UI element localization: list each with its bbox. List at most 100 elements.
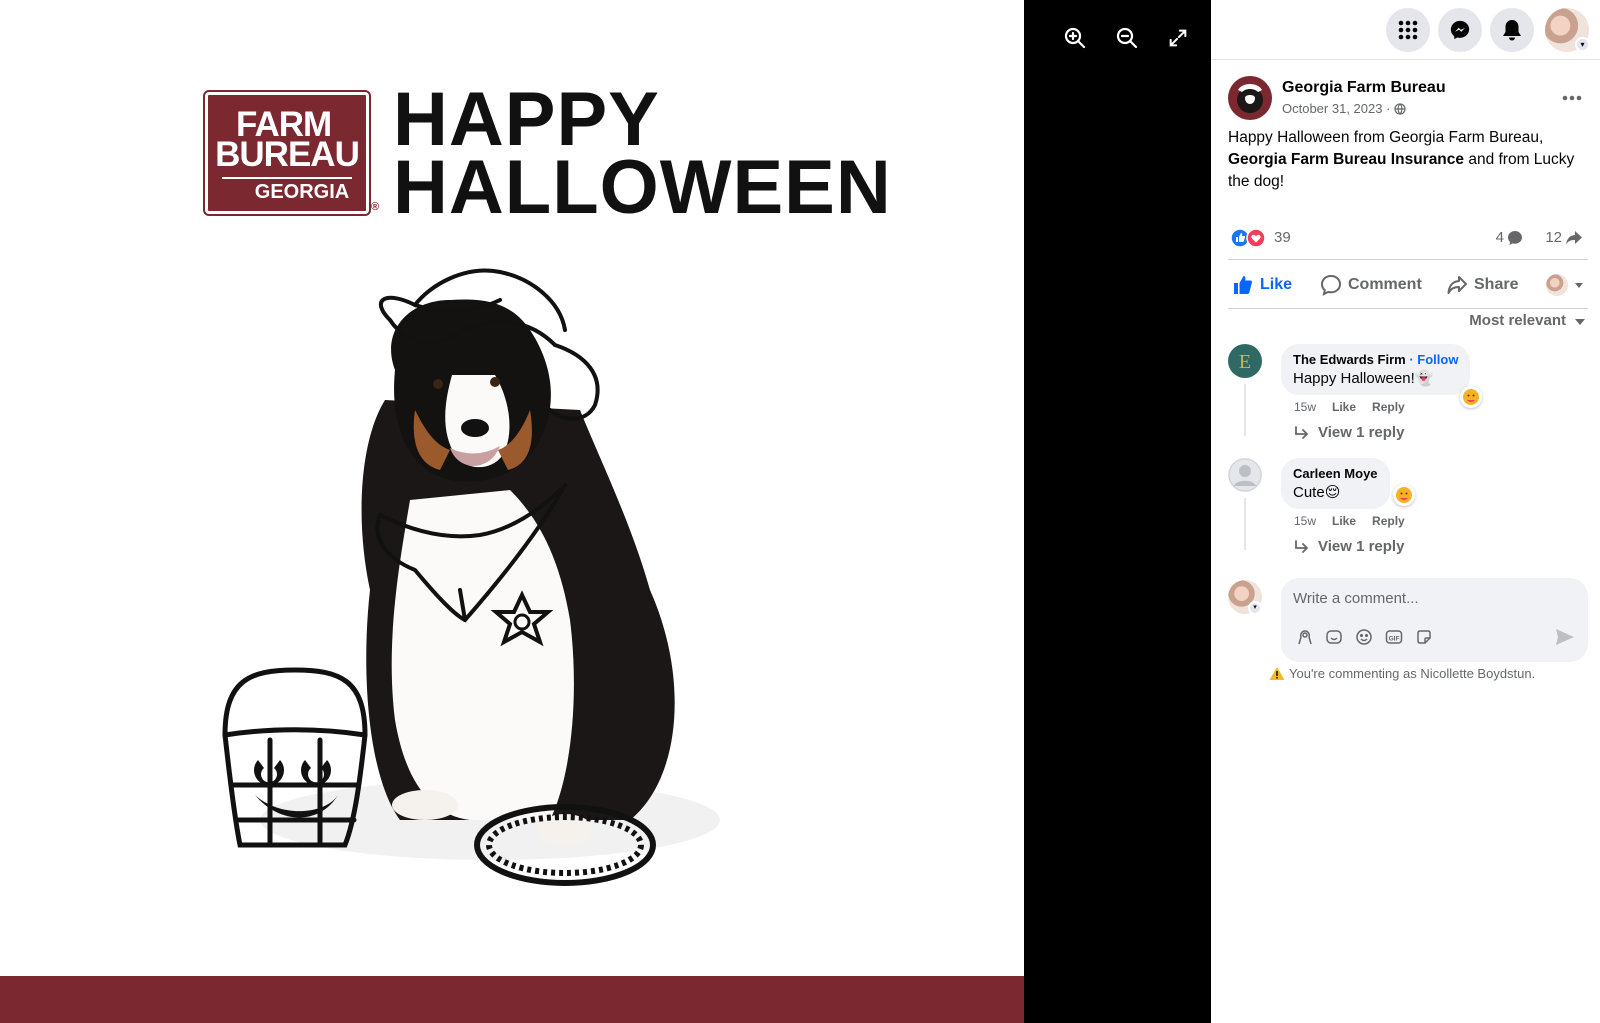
top-navigation: ▾ xyxy=(1211,0,1600,60)
sort-label[interactable]: Most relevant xyxy=(1469,312,1566,329)
zoom-out-icon[interactable] xyxy=(1109,20,1145,56)
thread-line xyxy=(1244,384,1246,436)
send-icon[interactable] xyxy=(1554,626,1576,648)
emoji-icon[interactable] xyxy=(1353,626,1375,648)
headline-line-2: HALLOWEEN xyxy=(393,145,892,230)
logo-rule xyxy=(222,177,352,179)
comment-icon xyxy=(1320,274,1342,296)
react-as-selector[interactable] xyxy=(1546,268,1584,302)
more-options-icon[interactable] xyxy=(1558,84,1586,112)
comment-bubble: The Edwards Firm · Follow Happy Hallowee… xyxy=(1281,344,1471,395)
comment-reply-link[interactable]: Reply xyxy=(1372,400,1405,414)
comments-count[interactable]: 4 xyxy=(1496,229,1523,246)
headline-line-1: HAPPY xyxy=(393,77,660,162)
chevron-down-icon[interactable]: ▾ xyxy=(1248,601,1262,615)
commenter-avatar[interactable] xyxy=(1228,458,1262,492)
logo-line-georgia: GEORGIA xyxy=(254,181,350,203)
post-photo[interactable]: FARM BUREAU GEORGIA ® HAPPY HALLOWEEN xyxy=(0,0,1024,1023)
share-arrow-icon xyxy=(1566,230,1582,245)
post-date[interactable]: October 31, 2023 · xyxy=(1282,101,1406,118)
view-replies-link[interactable]: View 1 reply xyxy=(1294,424,1404,441)
notifications-bell-icon[interactable] xyxy=(1490,8,1534,52)
care-reaction-badge-icon[interactable] xyxy=(1393,484,1415,506)
thread-line xyxy=(1244,498,1246,550)
thumbs-up-icon xyxy=(1234,276,1253,294)
commenter-avatar[interactable]: E xyxy=(1228,344,1262,378)
post-details-panel: ▾ Georgia Farm Bureau October 31, 2023 ·… xyxy=(1211,0,1600,1023)
registered-mark: ® xyxy=(371,201,380,213)
commenter-name-text[interactable]: The Edwards Firm xyxy=(1293,352,1406,367)
comment-box: GIF xyxy=(1281,578,1588,662)
gif-icon[interactable]: GIF xyxy=(1383,626,1405,648)
photo-headline: HAPPY HALLOWEEN xyxy=(393,77,892,230)
relieved-emoji-icon: 😌 xyxy=(1324,484,1341,501)
svg-text:E: E xyxy=(1239,351,1251,373)
comment-meta: 15w Like Reply xyxy=(1294,400,1405,414)
tagged-page-link[interactable]: Georgia Farm Bureau Insurance xyxy=(1228,151,1464,168)
shares-count-value[interactable]: 12 xyxy=(1545,229,1562,246)
shares-count[interactable]: 12 xyxy=(1545,229,1583,246)
messenger-icon[interactable] xyxy=(1438,8,1482,52)
like-label[interactable]: Like xyxy=(1260,276,1292,294)
ghost-emoji-icon: 👻 xyxy=(1414,370,1434,387)
avatar-sticker-icon[interactable] xyxy=(1293,626,1315,648)
fullscreen-icon[interactable] xyxy=(1160,20,1196,56)
view-replies-label[interactable]: View 1 reply xyxy=(1318,538,1404,555)
comment-sort-dropdown[interactable]: Most relevant xyxy=(1469,312,1586,329)
post-caption: Happy Halloween from Georgia Farm Bureau… xyxy=(1228,127,1583,193)
caption-text-start: Happy Halloween from Georgia Farm Bureau… xyxy=(1228,129,1544,146)
react-as-avatar[interactable] xyxy=(1546,274,1568,296)
reactions-count[interactable]: 39 xyxy=(1274,229,1291,246)
svg-text:GIF: GIF xyxy=(1389,636,1400,643)
post-actions-bar: Like Comment Share xyxy=(1228,259,1588,309)
engagement-counts: 39 4 12 xyxy=(1228,226,1583,250)
share-button[interactable]: Share xyxy=(1446,268,1518,302)
comment-text: Happy Halloween!👻 xyxy=(1293,369,1458,387)
commenting-as-text: You're commenting as Nicollette Boydstun… xyxy=(1289,666,1536,681)
zoom-in-icon[interactable] xyxy=(1057,20,1093,56)
post-date-text[interactable]: October 31, 2023 · xyxy=(1282,101,1390,116)
chevron-down-icon[interactable]: ▾ xyxy=(1575,37,1590,52)
page-name[interactable]: Georgia Farm Bureau xyxy=(1282,79,1446,97)
caret-down-icon xyxy=(1575,318,1585,325)
commenter-name: The Edwards Firm · Follow xyxy=(1293,352,1458,367)
comment-label[interactable]: Comment xyxy=(1348,276,1422,294)
sticker-icon[interactable] xyxy=(1413,626,1435,648)
commenter-name[interactable]: Carleen Moye xyxy=(1293,466,1378,481)
comment-age[interactable]: 15w xyxy=(1294,400,1316,414)
view-replies-link[interactable]: View 1 reply xyxy=(1294,538,1404,555)
comment-bubble: Carleen Moye Cute😌 xyxy=(1281,458,1390,509)
comment-like-link[interactable]: Like xyxy=(1332,514,1356,528)
comment-text-body: Cute xyxy=(1293,484,1325,501)
view-replies-label[interactable]: View 1 reply xyxy=(1318,424,1404,441)
warning-icon xyxy=(1269,667,1285,680)
globe-icon xyxy=(1394,103,1406,118)
comment-meta: 15w Like Reply xyxy=(1294,514,1405,528)
comment-button[interactable]: Comment xyxy=(1320,268,1422,302)
comment-text: Cute😌 xyxy=(1293,483,1378,501)
menu-grid-icon[interactable] xyxy=(1386,8,1430,52)
logo-line-bureau: BUREAU xyxy=(215,135,360,174)
post-header: Georgia Farm Bureau October 31, 2023 · xyxy=(1228,76,1588,120)
comment-reply-link[interactable]: Reply xyxy=(1372,514,1405,528)
like-button[interactable]: Like xyxy=(1232,268,1292,302)
comment-text-body: Happy Halloween! xyxy=(1293,370,1415,387)
caret-down-icon xyxy=(1575,283,1583,288)
follow-link[interactable]: · Follow xyxy=(1409,352,1458,367)
emoji-sticker-icon[interactable] xyxy=(1323,626,1345,648)
comment-age[interactable]: 15w xyxy=(1294,514,1316,528)
share-label[interactable]: Share xyxy=(1474,276,1518,294)
comment-bubble-icon xyxy=(1508,230,1522,245)
care-reaction-badge-icon[interactable] xyxy=(1460,386,1482,408)
photo-viewer: FARM BUREAU GEORGIA ® HAPPY HALLOWEEN xyxy=(0,0,1211,1023)
comment-input[interactable] xyxy=(1293,586,1573,610)
reaction-icons[interactable] xyxy=(1230,228,1270,248)
share-icon xyxy=(1447,276,1467,294)
commenting-as-notice: You're commenting as Nicollette Boydstun… xyxy=(1269,666,1535,681)
comment-like-link[interactable]: Like xyxy=(1332,400,1356,414)
comments-count-value[interactable]: 4 xyxy=(1496,229,1504,246)
reply-arrow-icon xyxy=(1295,425,1309,439)
photo-brand-band xyxy=(0,976,1024,1023)
page-avatar[interactable] xyxy=(1228,76,1272,120)
cowboy-dog-illustration xyxy=(222,268,720,886)
